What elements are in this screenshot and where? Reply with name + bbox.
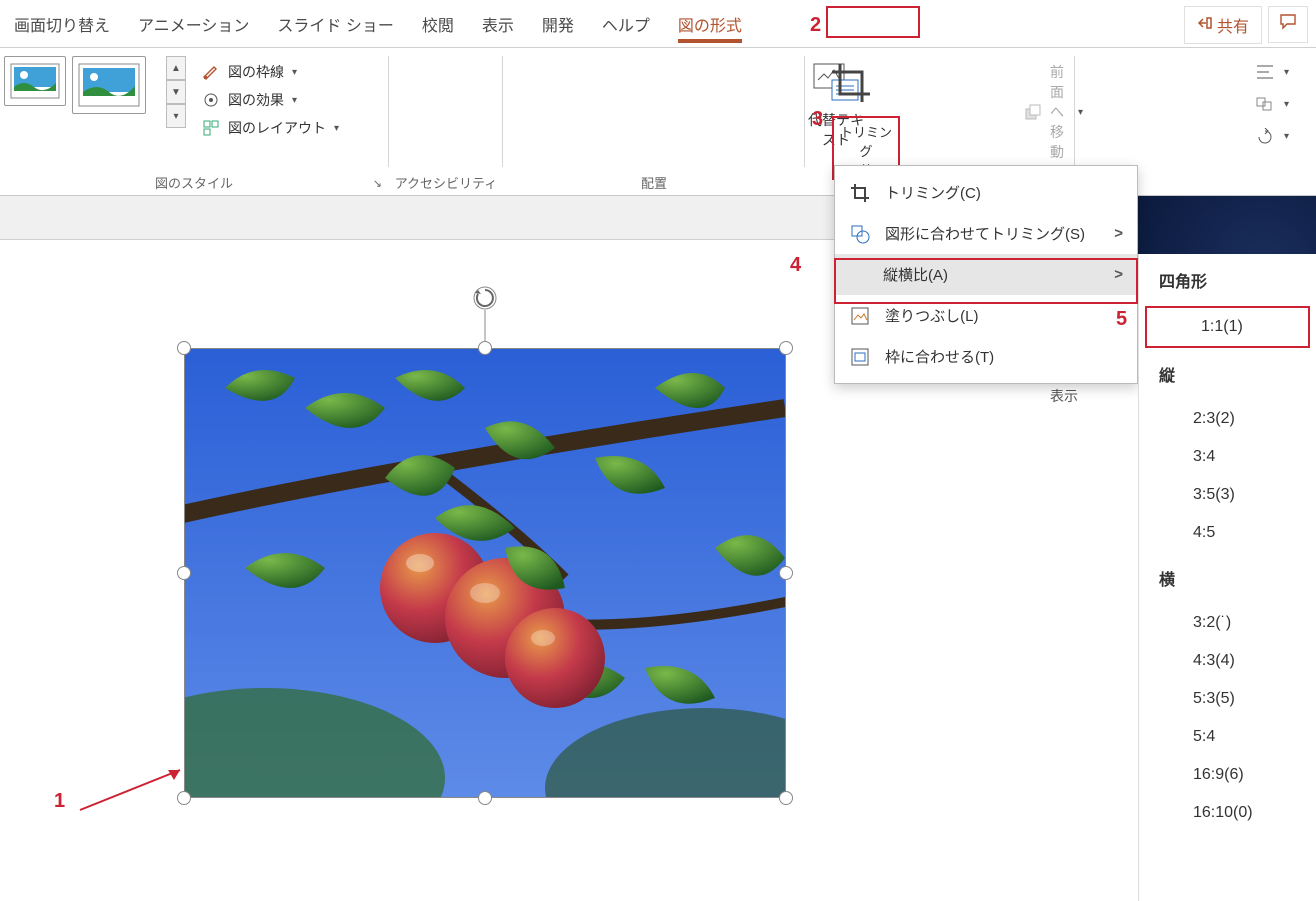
gallery-scroll: ▲ ▼ ▾ — [166, 56, 186, 128]
aspect-3-4[interactable]: 3:4 — [1139, 438, 1316, 476]
group-label-styles: 図のスタイル — [0, 173, 388, 192]
rotation-handle[interactable] — [470, 284, 500, 347]
picture-border-button[interactable]: 図の枠線▾ — [200, 58, 339, 86]
share-icon — [1197, 15, 1213, 36]
background-panel — [1138, 196, 1316, 254]
rotate-button[interactable]: ▾ — [1254, 120, 1289, 152]
ribbon-tabs: 画面切り替え アニメーション スライド ショー 校閲 表示 開発 ヘルプ 図の形… — [0, 0, 1316, 48]
tab-developer[interactable]: 開発 — [528, 2, 588, 46]
tab-view[interactable]: 表示 — [468, 2, 528, 46]
layout-icon — [200, 118, 222, 138]
aspect-16-10[interactable]: 16:10(0) — [1139, 794, 1316, 832]
resize-handle-tr[interactable] — [779, 341, 793, 355]
aspect-2-3[interactable]: 2:3(2) — [1139, 400, 1316, 438]
annotation-1: 1 — [54, 790, 65, 813]
crop-menu-crop[interactable]: トリミング(C) — [835, 172, 1137, 213]
aspect-3-5[interactable]: 3:5(3) — [1139, 476, 1316, 514]
resize-handle-br[interactable] — [779, 791, 793, 805]
rotate-icon — [1254, 126, 1276, 146]
picture-layout-button[interactable]: 図のレイアウト▾ — [200, 114, 339, 142]
fit-icon — [849, 347, 871, 367]
resize-handle-tl[interactable] — [177, 341, 191, 355]
tab-animations[interactable]: アニメーション — [124, 2, 263, 46]
aspect-5-4[interactable]: 5:4 — [1139, 718, 1316, 756]
aspect-4-5[interactable]: 4:5 — [1139, 514, 1316, 552]
aspect-5-3[interactable]: 5:3(5) — [1139, 680, 1316, 718]
picture-effects-button[interactable]: 図の効果▾ — [200, 86, 339, 114]
aspect-ratio-menu: 四角形 1:1(1) 縦 2:3(2) 3:4 3:5(3) 4:5 横 3:2… — [1138, 254, 1316, 901]
aspect-3-2[interactable]: 3:2(˙) — [1139, 604, 1316, 642]
group-label-accessibility: アクセシビリティ — [390, 173, 502, 192]
group-arrange: 前面へ移動▾ 背面へ移動▾ オブジェクトの選択と表示 ▾ ▾ ▾ 配置 — [504, 48, 804, 196]
crop-icon — [849, 183, 871, 203]
group-label-arrange: 配置 — [504, 173, 804, 192]
effects-icon — [200, 90, 222, 110]
aspect-1-1[interactable]: 1:1(1) — [1145, 306, 1310, 348]
pencil-icon — [200, 62, 222, 82]
picture-styles-gallery[interactable] — [4, 56, 188, 164]
tab-slideshow[interactable]: スライド ショー — [263, 2, 407, 46]
gallery-more[interactable]: ▾ — [166, 104, 186, 128]
share-label: 共有 — [1217, 13, 1249, 37]
aspect-4-3[interactable]: 4:3(4) — [1139, 642, 1316, 680]
resize-handle-tm[interactable] — [478, 341, 492, 355]
crop-menu: トリミング(C) 図形に合わせてトリミング(S) 縦横比(A) 塗りつぶし(L)… — [834, 165, 1138, 384]
share-button[interactable]: 共有 — [1184, 6, 1262, 44]
style-thumb-1[interactable] — [4, 56, 66, 106]
comments-button[interactable] — [1268, 6, 1308, 43]
crop-icon — [830, 62, 872, 104]
crop-menu-shape[interactable]: 図形に合わせてトリミング(S) — [835, 213, 1137, 254]
fill-icon — [849, 306, 871, 326]
aspect-heading-landscape: 横 — [1139, 552, 1316, 604]
group-icon — [1254, 94, 1276, 114]
group-accessibility: 代替テキスト アクセシビリティ — [390, 48, 502, 196]
tab-help[interactable]: ヘルプ — [588, 2, 664, 46]
align-icon — [1254, 62, 1276, 82]
tab-review[interactable]: 校閲 — [408, 2, 468, 46]
align-button[interactable]: ▾ — [1254, 56, 1289, 88]
aspect-heading-square: 四角形 — [1139, 254, 1316, 306]
group-picture-styles: ▲ ▼ ▾ 図の枠線▾ 図の効果▾ 図のレイアウト▾ ↘ 図のスタイル — [0, 48, 388, 196]
crop-menu-fill[interactable]: 塗りつぶし(L) — [835, 295, 1137, 336]
aspect-16-9[interactable]: 16:9(6) — [1139, 756, 1316, 794]
resize-handle-ml[interactable] — [177, 566, 191, 580]
style-thumb-2[interactable] — [72, 56, 146, 114]
resize-handle-mr[interactable] — [779, 566, 793, 580]
tab-picture-format[interactable]: 図の形式 — [664, 2, 756, 46]
aspect-heading-portrait: 縦 — [1139, 348, 1316, 400]
shape-crop-icon — [849, 224, 871, 244]
gallery-scroll-down[interactable]: ▼ — [166, 80, 186, 104]
tab-transitions[interactable]: 画面切り替え — [0, 2, 124, 46]
annotation-4: 4 — [790, 254, 801, 277]
gallery-scroll-up[interactable]: ▲ — [166, 56, 186, 80]
annotation-1-arrow — [70, 760, 200, 820]
crop-menu-fit[interactable]: 枠に合わせる(T) — [835, 336, 1137, 377]
crop-menu-aspect[interactable]: 縦横比(A) — [835, 254, 1137, 295]
crop-button-main[interactable] — [830, 62, 872, 107]
group-button[interactable]: ▾ — [1254, 88, 1289, 120]
resize-handle-bl[interactable] — [177, 791, 191, 805]
resize-handle-bm[interactable] — [478, 791, 492, 805]
selected-picture[interactable] — [184, 348, 786, 798]
picture-format-options: 図の枠線▾ 図の効果▾ 図のレイアウト▾ — [200, 58, 339, 142]
picture-content — [184, 348, 786, 798]
comment-icon — [1279, 13, 1297, 31]
